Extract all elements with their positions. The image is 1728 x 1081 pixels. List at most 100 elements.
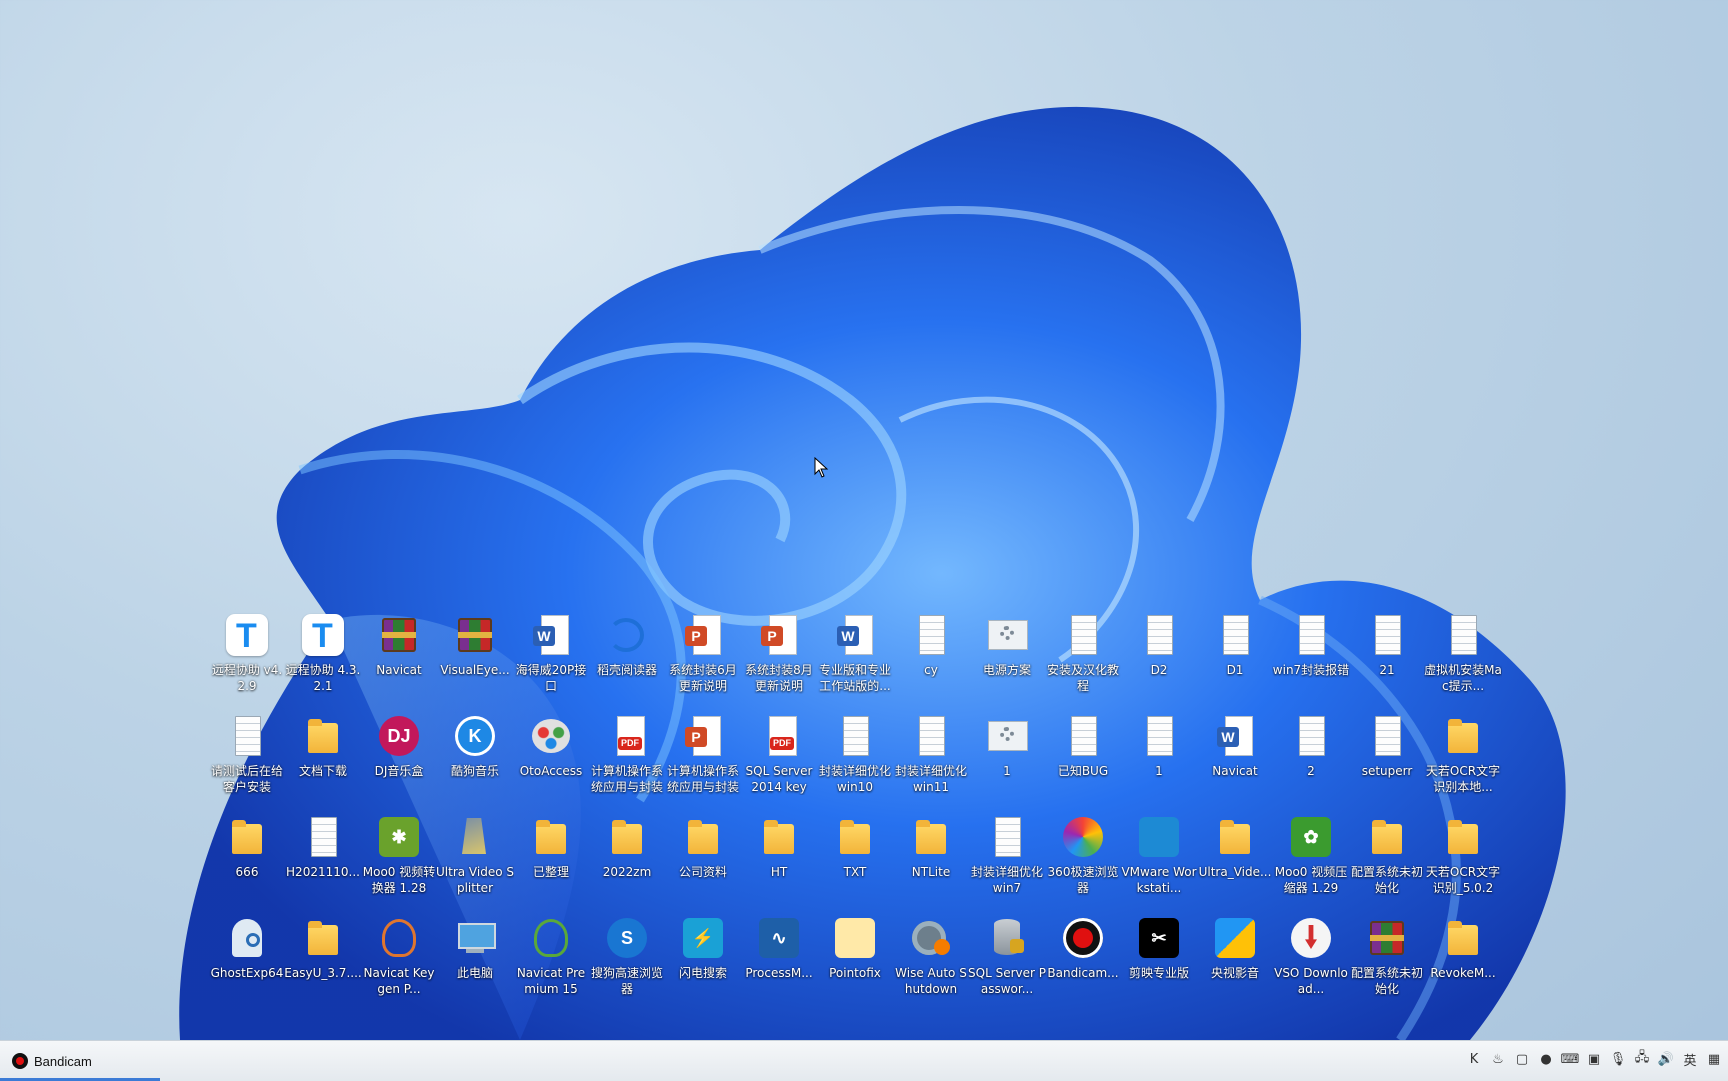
desktop-shortcut[interactable]: Navicat Keygen P... — [361, 911, 437, 1012]
record-tray-icon[interactable]: ● — [1538, 1051, 1554, 1067]
folder-icon — [604, 814, 650, 860]
taskbar-bandicam-button[interactable]: Bandicam — [12, 1050, 92, 1072]
desktop-shortcut-label: SQL Server Passwor... — [968, 966, 1046, 996]
desktop-shortcut[interactable]: 配置系统未初始化 — [1349, 911, 1425, 1012]
desktop-shortcut-label: 剪映专业版 — [1128, 966, 1189, 980]
desktop-shortcut-label: 天若OCR文字识别_5.0.2 — [1425, 865, 1501, 895]
desktop-shortcut[interactable]: SQL Server Passwor... — [968, 911, 1046, 1012]
desktop-shortcut[interactable]: EasyU_3.7.... — [284, 911, 362, 1012]
desktop-shortcut-label: HT — [770, 865, 788, 879]
desktop-shortcut[interactable]: ✂ 剪映专业版 — [1121, 911, 1197, 1012]
ime-tray-icon[interactable]: 英 — [1682, 1051, 1698, 1069]
desktop-shortcut[interactable]: 666 — [209, 810, 285, 911]
desktop-shortcut[interactable]: 文档下载 — [285, 709, 361, 810]
desktop-shortcut-label: Moo0 视频压缩器 1.29 — [1274, 865, 1348, 895]
desktop-shortcut[interactable]: H2021110... — [285, 810, 361, 911]
desktop-shortcut[interactable]: 已知BUG — [1045, 709, 1121, 810]
bandicam-icon — [1060, 915, 1106, 961]
desktop-shortcut[interactable]: 封装详细优化win10 — [817, 709, 893, 810]
desktop-shortcut[interactable]: 1 — [969, 709, 1045, 810]
process-monitor-icon: ∿ — [756, 915, 802, 961]
taskbar-app-label: Bandicam — [34, 1053, 92, 1069]
desktop-shortcut[interactable]: 天若OCR文字识别_5.0.2 — [1425, 810, 1501, 911]
desktop-shortcut[interactable]: P 系统封装8月更新说明 — [741, 608, 817, 709]
desktop-shortcut[interactable]: VSO Download... — [1273, 911, 1349, 1012]
desktop-shortcut[interactable]: cy — [893, 608, 969, 709]
desktop-shortcut[interactable]: 2 — [1273, 709, 1349, 810]
desktop-shortcut[interactable]: 21 — [1349, 608, 1425, 709]
desktop-shortcut[interactable]: ✿ Moo0 视频压缩器 1.29 — [1273, 810, 1349, 911]
desktop-shortcut-label: 搜狗高速浏览器 — [590, 966, 663, 996]
desktop-shortcut[interactable]: GhostExp64 — [209, 911, 285, 1012]
desktop-shortcut[interactable]: PDF SQL Server 2014 key — [741, 709, 817, 810]
desktop-shortcut[interactable]: P 计算机操作系统应用与封装 — [665, 709, 741, 810]
desktop-shortcut[interactable]: ∿ ProcessM... — [741, 911, 817, 1012]
desktop-shortcut[interactable]: K 酷狗音乐 — [437, 709, 513, 810]
desktop-shortcut[interactable]: W Navicat — [1197, 709, 1273, 810]
desktop-shortcut[interactable]: 远程协助 v4.2.9 — [209, 608, 285, 709]
flame-tray-icon[interactable]: ♨ — [1490, 1051, 1506, 1067]
desktop-shortcut[interactable]: 已整理 — [513, 810, 589, 911]
desktop-shortcut-label: RevokeM... — [1430, 966, 1496, 980]
desktop-shortcut[interactable]: 天若OCR文字识别本地... — [1425, 709, 1501, 810]
desktop-shortcut[interactable]: win7封装报错 — [1273, 608, 1349, 709]
desktop-shortcut[interactable]: Navicat — [361, 608, 437, 709]
network-tray-icon[interactable]: 🖧 — [1634, 1050, 1650, 1067]
desktop-shortcut[interactable]: TXT — [817, 810, 893, 911]
desktop-shortcut[interactable]: NTLite — [893, 810, 969, 911]
desktop-shortcut[interactable]: DJ DJ音乐盒 — [361, 709, 437, 810]
desktop-shortcut[interactable]: ✱ Moo0 视频转换器 1.28 — [361, 810, 437, 911]
desktop-shortcut[interactable]: P 系统封装6月更新说明 — [665, 608, 741, 709]
desktop-shortcut[interactable]: D1 — [1197, 608, 1273, 709]
grid-tray-icon[interactable]: ▦ — [1706, 1051, 1722, 1067]
microphone-tray-icon[interactable]: 🎙 — [1610, 1051, 1627, 1067]
desktop-shortcut[interactable]: 央视影音 — [1197, 911, 1273, 1012]
desktop-shortcut[interactable]: HT — [741, 810, 817, 911]
desktop-shortcut[interactable]: PDF 计算机操作系统应用与封装 — [589, 709, 665, 810]
volume-tray-icon[interactable]: 🔊 — [1658, 1051, 1674, 1067]
desktop-shortcut[interactable]: 2022zm — [589, 810, 665, 911]
desktop-shortcut[interactable]: setuperr — [1349, 709, 1425, 810]
desktop-shortcut[interactable]: Navicat Premium 15 — [513, 911, 589, 1012]
winrar-icon — [1364, 915, 1410, 961]
desktop-shortcut-label: VMware Workstati... — [1121, 865, 1197, 895]
desktop-shortcut-label: 系统封装6月更新说明 — [669, 663, 737, 693]
desktop-shortcut[interactable]: 360极速浏览器 — [1045, 810, 1121, 911]
desktop-shortcut[interactable]: D2 — [1121, 608, 1197, 709]
desktop-shortcut[interactable]: 封装详细优化win7 — [969, 810, 1045, 911]
window-tray-icon[interactable]: ▢ — [1514, 1051, 1530, 1067]
keyboard-tray-icon[interactable]: ⌨ — [1561, 1051, 1580, 1067]
desktop-shortcut[interactable]: 虚拟机安装Mac提示... — [1424, 608, 1502, 709]
desktop-shortcut[interactable]: W 海得威20P接口 — [513, 608, 589, 709]
nvidia-tray-icon[interactable]: ▣ — [1586, 1051, 1602, 1067]
folder-icon — [1440, 814, 1486, 860]
desktop-shortcut[interactable]: VisualEye... — [437, 608, 513, 709]
desktop-shortcut[interactable]: Wise Auto Shutdown — [893, 911, 969, 1012]
desktop-shortcut[interactable]: 请测试后在给客户安装 — [209, 709, 285, 810]
desktop-shortcut[interactable]: RevokeM... — [1425, 911, 1501, 1012]
desktop-shortcut-label: 封装详细优化win11 — [894, 764, 967, 794]
desktop-shortcut[interactable]: 配置系统未初始化 — [1349, 810, 1425, 911]
desktop-shortcut[interactable]: S 搜狗高速浏览器 — [589, 911, 665, 1012]
desktop-shortcut[interactable]: 公司资料 — [665, 810, 741, 911]
desktop-shortcut[interactable]: 1 — [1121, 709, 1197, 810]
desktop-shortcut[interactable]: OtoAccess — [513, 709, 589, 810]
desktop-shortcut[interactable]: 安装及汉化教程 — [1045, 608, 1121, 709]
desktop-icon-grid: 远程协助 v4.2.9远程协助 4.3.2.1 Navicat VisualEye.… — [209, 608, 1502, 1012]
desktop-shortcut[interactable]: W 专业版和专业工作站版的... — [817, 608, 893, 709]
desktop-shortcut[interactable]: Ultra_Vide... — [1197, 810, 1273, 911]
desktop-shortcut[interactable]: 封装详细优化win11 — [893, 709, 969, 810]
kugou-tray-icon[interactable]: K — [1466, 1051, 1482, 1067]
desktop-shortcut[interactable]: ⚡ 闪电搜索 — [665, 911, 741, 1012]
powerpoint-icon: P — [756, 612, 802, 658]
desktop-shortcut-label: 电源方案 — [982, 663, 1031, 677]
desktop-shortcut[interactable]: VMware Workstati... — [1121, 810, 1197, 911]
desktop-shortcut[interactable]: Bandicam... — [1045, 911, 1121, 1012]
desktop-shortcut[interactable]: 电源方案 — [969, 608, 1045, 709]
desktop-shortcut[interactable]: 此电脑 — [437, 911, 513, 1012]
desktop-shortcut-label: 666 — [235, 865, 259, 879]
desktop-shortcut[interactable]: 稻壳阅读器 — [589, 608, 665, 709]
desktop-shortcut[interactable]: Pointofix — [817, 911, 893, 1012]
desktop-shortcut[interactable]: 远程协助 4.3.2.1 — [285, 608, 361, 709]
desktop-shortcut[interactable]: Ultra Video Splitter — [436, 810, 514, 911]
